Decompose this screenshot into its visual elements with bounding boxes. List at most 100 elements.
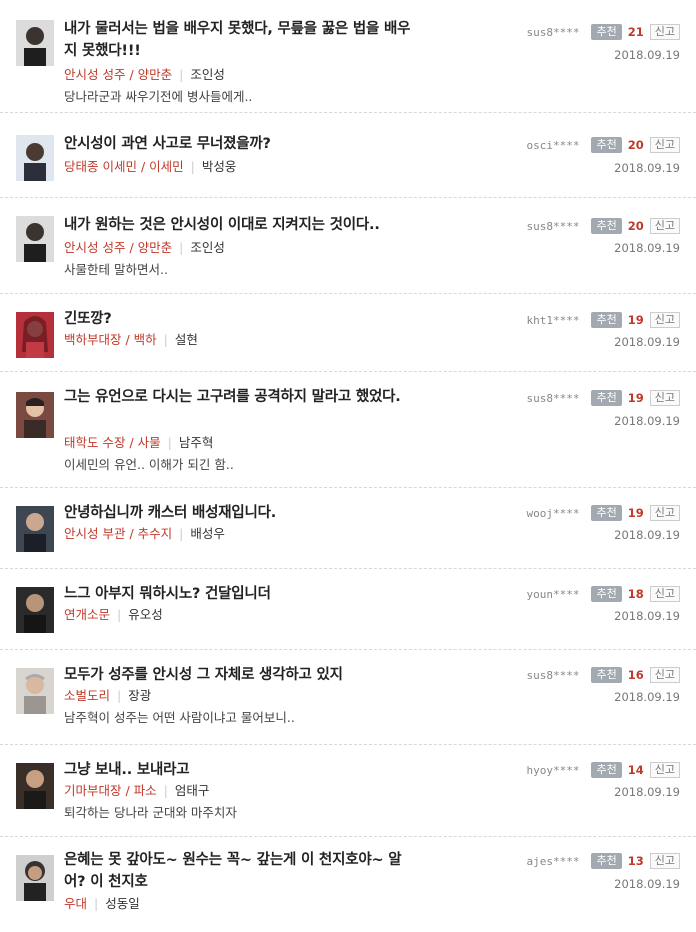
- avatar[interactable]: [16, 135, 54, 181]
- comment-date: 2018.09.19: [614, 414, 680, 428]
- user-id: sus8****: [526, 391, 580, 405]
- user-id: wooj****: [526, 506, 580, 520]
- list-item: 느그 아부지 뭐하시노? 건달입니더 연개소문 | 유오성 youn**** 추천 …: [0, 569, 696, 650]
- role-link[interactable]: 기마부대장 / 파소: [64, 783, 157, 798]
- report-button[interactable]: 신고: [649, 505, 680, 521]
- role-link[interactable]: 안시성 성주 / 양만춘: [64, 240, 172, 255]
- user-id: sus8****: [526, 25, 580, 39]
- recommend-button[interactable]: 추천: [591, 312, 622, 328]
- comment-title[interactable]: 그냥 보내.. 보내라고: [64, 759, 414, 781]
- role-link[interactable]: 백하부대장 / 백하: [64, 332, 157, 347]
- report-button[interactable]: 신고: [649, 762, 680, 778]
- recommend-button[interactable]: 추천: [591, 853, 622, 869]
- comment-date: 2018.09.19: [614, 609, 680, 623]
- divider: |: [117, 607, 122, 622]
- avatar[interactable]: [16, 20, 54, 66]
- recommend-button[interactable]: 추천: [591, 24, 622, 40]
- report-button[interactable]: 신고: [649, 667, 680, 683]
- comment-meta: sus8**** 추천 19 신고: [526, 390, 680, 406]
- comment-title[interactable]: 은혜는 못 갚아도~ 원수는 꼭~ 갚는게 이 천지호야~ 알어? 이 천지호: [64, 849, 414, 893]
- comment-date: 2018.09.19: [614, 161, 680, 175]
- report-button[interactable]: 신고: [649, 586, 680, 602]
- comment-excerpt: 퇴각하는 당나라 군대와 마주치자: [64, 805, 237, 820]
- avatar[interactable]: [16, 763, 54, 809]
- role-link[interactable]: 당태종 이세민 / 이세민: [64, 159, 184, 174]
- divider: |: [94, 896, 99, 911]
- avatar[interactable]: [16, 855, 54, 901]
- comment-meta: sus8**** 추천 20 신고: [527, 218, 680, 234]
- role-line: 태학도 수장 / 사물 | 남주혁: [64, 434, 213, 452]
- role-link[interactable]: 태학도 수장 / 사물: [64, 435, 161, 450]
- comment-meta: sus8**** 추천 16 신고: [526, 667, 680, 683]
- avatar[interactable]: [16, 506, 54, 552]
- list-item: 그는 유언으로 다시는 고구려를 공격하지 말라고 했었다. 태학도 수장 / …: [0, 372, 696, 488]
- report-button[interactable]: 신고: [649, 24, 680, 40]
- avatar[interactable]: [16, 216, 54, 262]
- list-item: 안시성이 과연 사고로 무너졌을까? 당태종 이세민 / 이세민 | 박성웅 osc…: [0, 113, 696, 198]
- comment-title[interactable]: 그는 유언으로 다시는 고구려를 공격하지 말라고 했었다.: [64, 386, 414, 408]
- comment-title[interactable]: 안시성이 과연 사고로 무너졌을까?: [64, 133, 414, 155]
- actor-name[interactable]: 박성웅: [202, 159, 237, 174]
- report-button[interactable]: 신고: [649, 312, 680, 328]
- report-button[interactable]: 신고: [649, 390, 680, 406]
- avatar[interactable]: [16, 668, 54, 714]
- role-line: 기마부대장 / 파소 | 엄태구: [64, 782, 209, 800]
- recommend-button[interactable]: 추천: [591, 762, 622, 778]
- report-button[interactable]: 신고: [649, 218, 680, 234]
- comment-title[interactable]: 안녕하십니까 캐스터 배성재입니다.: [64, 502, 414, 524]
- actor-name[interactable]: 장광: [128, 688, 151, 703]
- recommend-button[interactable]: 추천: [591, 390, 622, 406]
- recommend-button[interactable]: 추천: [591, 586, 622, 602]
- recommend-count: 16: [627, 668, 644, 682]
- recommend-button[interactable]: 추천: [591, 218, 622, 234]
- actor-name[interactable]: 조인성: [190, 240, 225, 255]
- comment-excerpt: 남주혁이 성주는 어떤 사람이냐고 물어보니..: [64, 710, 295, 725]
- actor-name[interactable]: 엄태구: [175, 783, 210, 798]
- divider: |: [190, 159, 195, 174]
- comment-meta: wooj**** 추천 19 신고: [526, 505, 680, 521]
- role-link[interactable]: 안시성 성주 / 양만춘: [64, 67, 172, 82]
- report-button[interactable]: 신고: [649, 137, 680, 153]
- actor-name[interactable]: 성동일: [105, 896, 140, 911]
- comment-excerpt: 사물한테 말하면서..: [64, 262, 168, 277]
- recommend-count: 19: [627, 391, 644, 405]
- recommend-button[interactable]: 추천: [591, 505, 622, 521]
- comment-meta: ajes**** 추천 13 신고: [527, 853, 680, 869]
- divider: |: [179, 240, 184, 255]
- user-id: sus8****: [526, 668, 580, 682]
- comment-title[interactable]: 내가 원하는 것은 안시성이 이대로 지켜지는 것이다..: [64, 214, 414, 236]
- actor-name[interactable]: 유오성: [128, 607, 163, 622]
- comment-title[interactable]: 내가 물러서는 법을 배우지 못했다, 무릎을 꿇은 법을 배우지 못했다!!!: [64, 18, 414, 62]
- role-line: 소벌도리 | 장광: [64, 687, 151, 705]
- comment-meta: youn**** 추천 18 신고: [527, 586, 680, 602]
- role-link[interactable]: 연개소문: [64, 607, 110, 622]
- actor-name[interactable]: 배성우: [190, 526, 225, 541]
- comment-title[interactable]: 모두가 성주를 안시성 그 자체로 생각하고 있지: [64, 664, 414, 686]
- recommend-count: 20: [627, 138, 644, 152]
- role-link[interactable]: 우대: [64, 896, 87, 911]
- list-item: 긴또깡? 백하부대장 / 백하 | 설현 kht1**** 추천 19 신고 201…: [0, 294, 696, 372]
- actor-name[interactable]: 남주혁: [179, 435, 214, 450]
- actor-name[interactable]: 설현: [175, 332, 198, 347]
- recommend-count: 19: [627, 313, 644, 327]
- comment-date: 2018.09.19: [614, 877, 680, 891]
- comment-date: 2018.09.19: [614, 690, 680, 704]
- role-line: 안시성 성주 / 양만춘 | 조인성: [64, 66, 225, 84]
- avatar[interactable]: [16, 392, 54, 438]
- avatar[interactable]: [16, 312, 54, 358]
- avatar[interactable]: [16, 587, 54, 633]
- role-link[interactable]: 소벌도리: [64, 688, 110, 703]
- recommend-button[interactable]: 추천: [591, 137, 622, 153]
- user-id: kht1****: [526, 313, 580, 327]
- list-item: 내가 원하는 것은 안시성이 이대로 지켜지는 것이다.. 안시성 성주 / 양…: [0, 198, 696, 294]
- role-line: 우대 | 성동일: [64, 895, 140, 913]
- report-button[interactable]: 신고: [649, 853, 680, 869]
- list-item: 내가 물러서는 법을 배우지 못했다, 무릎을 꿇은 법을 배우지 못했다!!!…: [0, 0, 696, 113]
- role-link[interactable]: 안시성 부관 / 추수지: [64, 526, 172, 541]
- comment-title[interactable]: 긴또깡?: [64, 308, 414, 330]
- comment-title[interactable]: 느그 아부지 뭐하시노? 건달입니더: [64, 583, 414, 605]
- divider: |: [163, 332, 168, 347]
- actor-name[interactable]: 조인성: [190, 67, 225, 82]
- divider: |: [117, 688, 122, 703]
- recommend-button[interactable]: 추천: [591, 667, 622, 683]
